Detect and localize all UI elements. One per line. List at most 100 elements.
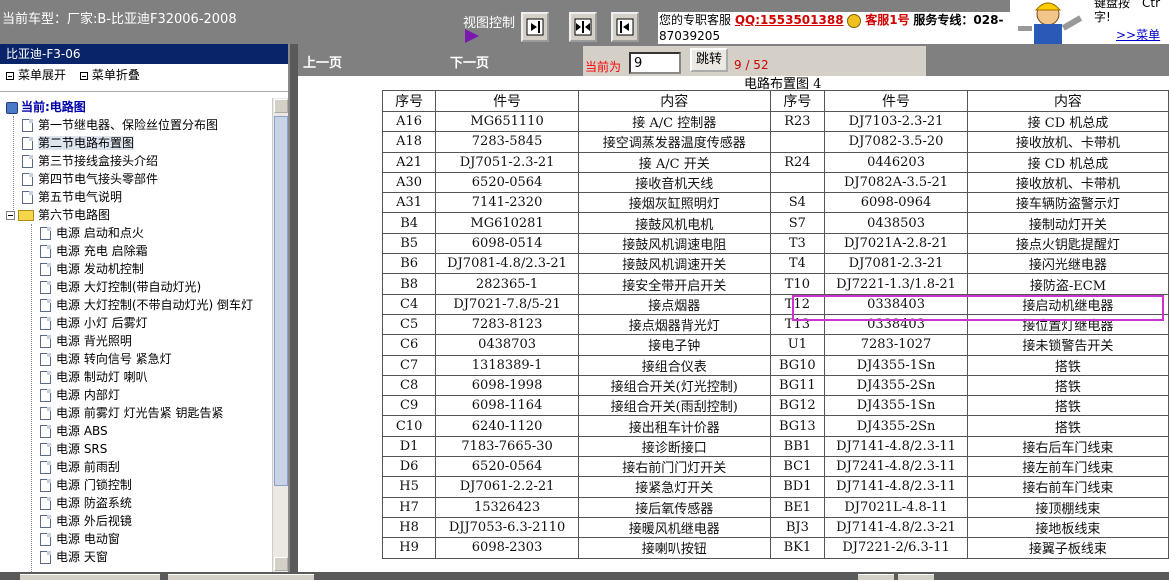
tree-item-circuit[interactable]: 电源 大灯控制(不带自动灯光) 倒车灯 <box>40 296 253 314</box>
menu-close-link[interactable]: >>菜单关 <box>1116 26 1169 44</box>
table-cell: 0438503 <box>824 212 968 234</box>
jump-button[interactable]: 跳转 <box>690 48 728 72</box>
tree-root[interactable]: 当前:电路图 <box>6 98 86 116</box>
table-cell: 7283-8123 <box>435 313 579 336</box>
tree-item-section1[interactable]: 第一节继电器、保险丝位置分布图 <box>22 116 218 134</box>
table-header-row: 序号 件号 内容 序号 件号 内容 <box>381 90 1169 112</box>
kefu-label[interactable]: 客服1号 <box>865 13 909 27</box>
row-highlight <box>792 295 1164 321</box>
tree-item-circuit[interactable]: 电源 门锁控制 <box>40 476 132 494</box>
tree-item-circuit[interactable]: 电源 前雨刮 <box>40 458 120 476</box>
document-icon <box>40 461 51 474</box>
table-cell: 接收放机、卡带机 <box>966 171 1169 194</box>
document-icon <box>22 137 33 150</box>
table-cell: DJ7241-4.8/2.3-11 <box>824 456 968 478</box>
table-cell: 6520-0564 <box>435 456 579 478</box>
qq-link[interactable]: QQ:1553501388 <box>735 13 844 27</box>
table-cell: DJ7021-7.8/5-21 <box>435 293 579 315</box>
tree-item-circuit[interactable]: 电源 电动窗 <box>40 530 120 548</box>
tree-item-section3[interactable]: 第三节接线盒接头介绍 <box>22 152 158 170</box>
table-cell: 接右前门门灯开关 <box>577 456 771 478</box>
view-center-button[interactable] <box>569 12 597 42</box>
collapse-all-button[interactable]: 菜单折叠 <box>79 68 140 82</box>
collapse-icon[interactable] <box>6 211 15 220</box>
helper-text-line2: 字! <box>1094 10 1111 24</box>
table-cell: DJ4355-1Sn <box>824 354 968 376</box>
table-cell: DJ7141-4.8/2.3-21 <box>824 516 968 539</box>
arrow-left-icon <box>616 18 634 36</box>
bottom-tab[interactable] <box>898 574 934 580</box>
document-icon <box>40 425 51 438</box>
tree-item-circuit[interactable]: 电源 前雾灯 灯光告紧 钥匙告紧 <box>40 404 223 422</box>
table-cell: S7 <box>769 212 826 234</box>
tree-item-section2[interactable]: 第二节电路布置图 <box>22 134 135 152</box>
table-row: B4 MG610281 接鼓风机电机 S7 0438503 接制动灯开关 <box>381 212 1169 234</box>
table-cell: 接 CD 机总成 <box>966 151 1169 173</box>
table-cell: BG13 <box>769 415 826 437</box>
table-cell: BD1 <box>769 476 826 498</box>
table-cell: 接组合开关(雨刮控制) <box>577 395 771 417</box>
tree-item-circuit[interactable]: 电源 防盗系统 <box>40 494 132 512</box>
table-cell: BG10 <box>769 354 826 376</box>
document-icon <box>40 551 51 564</box>
table-cell <box>769 171 826 194</box>
tree-item-section4[interactable]: 第四节电气接头零部件 <box>22 170 158 188</box>
table-cell: S4 <box>769 192 826 214</box>
table-cell: BG12 <box>769 395 826 417</box>
table-cell: DJ4355-2Sn <box>824 415 968 437</box>
table-cell: DJ7021L-4.8-11 <box>824 496 968 518</box>
table-cell: DJ7221-2/6.3-11 <box>824 537 968 559</box>
document-icon <box>22 191 33 204</box>
expand-all-button[interactable]: 菜单展开 <box>6 68 66 82</box>
bottom-tab[interactable] <box>168 574 314 580</box>
document-icon <box>40 281 51 294</box>
table-cell: C8 <box>381 374 437 397</box>
table-row: H7 15326423 接后氧传感器 BE1 DJ7021L-4.8-11 接顶棚线束 <box>381 496 1169 518</box>
tree-item-circuit[interactable]: 电源 外后视镜 <box>40 512 132 530</box>
table-cell: 接后氧传感器 <box>577 496 771 518</box>
table-cell: 15326423 <box>435 496 579 518</box>
table-header-cell: 件号 <box>824 90 968 112</box>
tree-item-circuit[interactable]: 电源 启动和点火 <box>40 224 144 242</box>
bottom-tab[interactable] <box>858 574 894 580</box>
tree-item-circuit[interactable]: 电源 转向信号 紧急灯 <box>40 350 172 368</box>
scroll-thumb[interactable] <box>274 116 288 486</box>
table-cell: C10 <box>381 415 437 437</box>
table-header-cell: 内容 <box>966 90 1169 112</box>
scroll-up-icon[interactable] <box>274 99 288 113</box>
table-cell: B4 <box>381 212 437 234</box>
table-row: C9 6098-1164 接组合开关(雨刮控制) BG12 DJ4355-1Sn 搭铁 <box>381 395 1169 417</box>
tree-item-circuit[interactable]: 电源 发动机控制 <box>40 260 144 278</box>
document-icon <box>40 533 51 546</box>
table-cell: B8 <box>381 273 437 295</box>
table-row: H5 DJ7061-2.2-21 接紧急灯开关 BD1 DJ7141-4.8/2.3-1… <box>381 476 1169 498</box>
view-left-button[interactable] <box>611 12 639 42</box>
table-cell: 搭铁 <box>966 395 1169 417</box>
tree-item-circuit[interactable]: 电源 制动灯 喇叭 <box>40 368 148 386</box>
service-info: 您的专职客服 QQ:1553501388 客服1号 服务专线：028- 8703… <box>658 12 1010 44</box>
scroll-down-icon[interactable] <box>274 557 288 571</box>
table-row: A18 7283-5845 接空调蒸发器温度传感器 DJ7082-3.5-20 接收放机… <box>381 131 1169 153</box>
tree-item-circuit[interactable]: 电源 背光照明 <box>40 332 132 350</box>
next-page-button[interactable]: 下一页 <box>450 52 489 71</box>
tree-item-circuit[interactable]: 电源 天窗 <box>40 548 108 566</box>
tree-item-circuit[interactable]: 电源 内部灯 <box>40 386 120 404</box>
table-cell: C4 <box>381 293 437 315</box>
bottom-tab[interactable] <box>20 574 160 580</box>
tree-item-circuit[interactable]: 电源 充电 启除霜 <box>40 242 148 260</box>
view-right-button[interactable] <box>521 12 549 42</box>
prev-page-button[interactable]: 上一页 <box>303 52 342 71</box>
tree-item-circuit[interactable]: 电源 大灯控制(带自动灯光) <box>40 278 201 296</box>
tree-item-circuit[interactable]: 电源 SRS <box>40 440 107 458</box>
tree-item-section6[interactable]: 第六节电路图 <box>6 206 110 224</box>
tree-item-circuit[interactable]: 电源 ABS <box>40 422 108 440</box>
play-icon[interactable] <box>465 29 479 43</box>
page-number-input[interactable] <box>629 52 681 74</box>
tree-item-section5[interactable]: 第五节电气说明 <box>22 188 122 206</box>
document-icon <box>22 173 33 186</box>
table-cell: 接烟灰缸照明灯 <box>577 192 771 214</box>
left-scrollbar[interactable] <box>272 98 288 572</box>
folder-open-icon <box>18 210 34 221</box>
tree-item-circuit[interactable]: 电源 小灯 后雾灯 <box>40 314 148 332</box>
table-cell: 接制动灯开关 <box>966 212 1169 234</box>
